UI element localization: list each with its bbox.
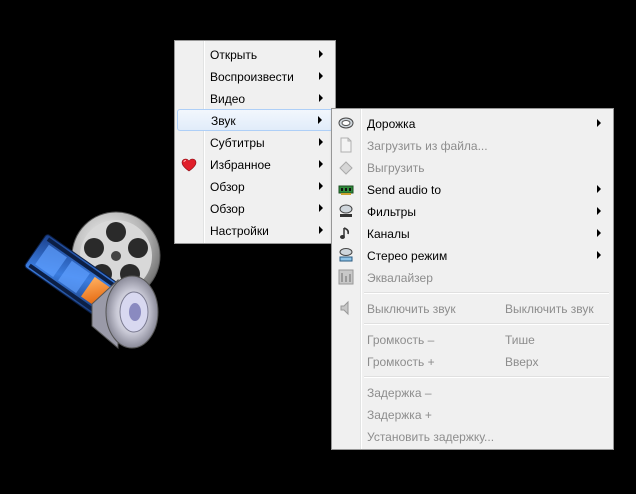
menu-item-label: Задержка – xyxy=(367,386,432,400)
menu-item-shortcut: Тише xyxy=(505,333,535,347)
context-menu-audio: Дорожка Загрузить из файла... Выгрузить … xyxy=(331,108,614,450)
menu-item-label: Обзор xyxy=(210,180,245,194)
stereo-icon xyxy=(339,248,353,262)
heart-icon xyxy=(181,158,197,172)
menu-item-label: Субтитры xyxy=(210,136,265,150)
submenu-arrow-icon xyxy=(319,138,323,146)
speaker-icon xyxy=(340,300,349,316)
menu-item-label: Открыть xyxy=(210,48,258,62)
smplayer-logo-icon xyxy=(24,211,161,350)
menu-item-send-audio-to[interactable]: Send audio to xyxy=(334,178,611,200)
menu-item-label: Видео xyxy=(210,92,246,106)
menu-item-label: Выгрузить xyxy=(367,161,425,175)
menu-item-label: Избранное xyxy=(210,158,271,172)
menu-item-unload: Выгрузить xyxy=(334,156,611,178)
music-note-icon xyxy=(340,227,349,239)
equalizer-icon xyxy=(338,269,354,285)
menu-item-label: Send audio to xyxy=(367,183,442,197)
menu-item-shortcut: Вверх xyxy=(505,355,539,369)
menu-item-label: Обзор xyxy=(210,202,245,216)
menu-item-set-delay: Установить задержку... xyxy=(334,425,611,447)
submenu-arrow-icon xyxy=(318,116,322,124)
menu-item-subtitles[interactable]: Субтитры xyxy=(177,131,333,153)
menu-item-shortcut: Выключить звук xyxy=(505,302,594,316)
context-menu-main: Открыть Воспроизвести Видео Звук Субтитр… xyxy=(174,40,336,244)
submenu-arrow-icon xyxy=(597,207,601,215)
sound-card-icon xyxy=(338,185,354,195)
menu-item-video[interactable]: Видео xyxy=(177,87,333,109)
menu-item-label: Фильтры xyxy=(367,205,416,219)
submenu-arrow-icon xyxy=(319,50,323,58)
menu-item-open[interactable]: Открыть xyxy=(177,43,333,65)
menu-item-delay-up: Задержка + xyxy=(334,403,611,425)
submenu-arrow-icon xyxy=(319,204,323,212)
menu-item-audio-track[interactable]: Дорожка xyxy=(334,112,611,134)
menu-item-audio[interactable]: Звук xyxy=(177,109,333,131)
menu-item-label: Воспроизвести xyxy=(210,70,294,84)
menu-item-settings[interactable]: Настройки xyxy=(177,219,333,241)
menu-item-mute: Выключить звук Выключить звук xyxy=(334,297,611,319)
menu-item-volume-up: Громкость + Вверх xyxy=(334,350,611,372)
menu-item-label: Каналы xyxy=(367,227,410,241)
menu-item-label: Эквалайзер xyxy=(367,271,433,285)
menu-item-favorites[interactable]: Избранное xyxy=(177,153,333,175)
menu-item-label: Установить задержку... xyxy=(367,430,495,444)
menu-item-stereo-mode[interactable]: Стерео режим xyxy=(334,244,611,266)
menu-separator xyxy=(364,376,609,378)
submenu-arrow-icon xyxy=(319,182,323,190)
filters-icon xyxy=(339,204,353,217)
menu-item-label: Выключить звук xyxy=(367,302,456,316)
menu-item-label: Звук xyxy=(211,114,236,128)
menu-item-label: Стерео режим xyxy=(367,249,448,263)
menu-separator xyxy=(364,292,609,294)
submenu-arrow-icon xyxy=(319,72,323,80)
menu-item-load-from-file: Загрузить из файла... xyxy=(334,134,611,156)
submenu-arrow-icon xyxy=(597,229,601,237)
document-icon xyxy=(340,137,352,153)
submenu-arrow-icon xyxy=(597,119,601,127)
menu-item-browse-1[interactable]: Обзор xyxy=(177,175,333,197)
submenu-arrow-icon xyxy=(597,185,601,193)
menu-item-filters[interactable]: Фильтры xyxy=(334,200,611,222)
menu-item-label: Загрузить из файла... xyxy=(367,139,488,153)
menu-item-delay-down: Задержка – xyxy=(334,381,611,403)
submenu-arrow-icon xyxy=(597,251,601,259)
audio-track-icon xyxy=(338,117,354,129)
menu-item-play[interactable]: Воспроизвести xyxy=(177,65,333,87)
menu-separator xyxy=(364,323,609,325)
submenu-arrow-icon xyxy=(319,226,323,234)
menu-item-equalizer: Эквалайзер xyxy=(334,266,611,288)
menu-item-label: Задержка + xyxy=(367,408,432,422)
menu-item-label: Громкость – xyxy=(367,333,435,347)
submenu-arrow-icon xyxy=(319,94,323,102)
menu-item-channels[interactable]: Каналы xyxy=(334,222,611,244)
submenu-arrow-icon xyxy=(319,160,323,168)
eraser-icon xyxy=(339,161,353,175)
menu-item-browse-2[interactable]: Обзор xyxy=(177,197,333,219)
menu-item-volume-down: Громкость – Тише xyxy=(334,328,611,350)
menu-item-label: Дорожка xyxy=(367,117,416,131)
menu-item-label: Настройки xyxy=(210,224,269,238)
menu-item-label: Громкость + xyxy=(367,355,435,369)
